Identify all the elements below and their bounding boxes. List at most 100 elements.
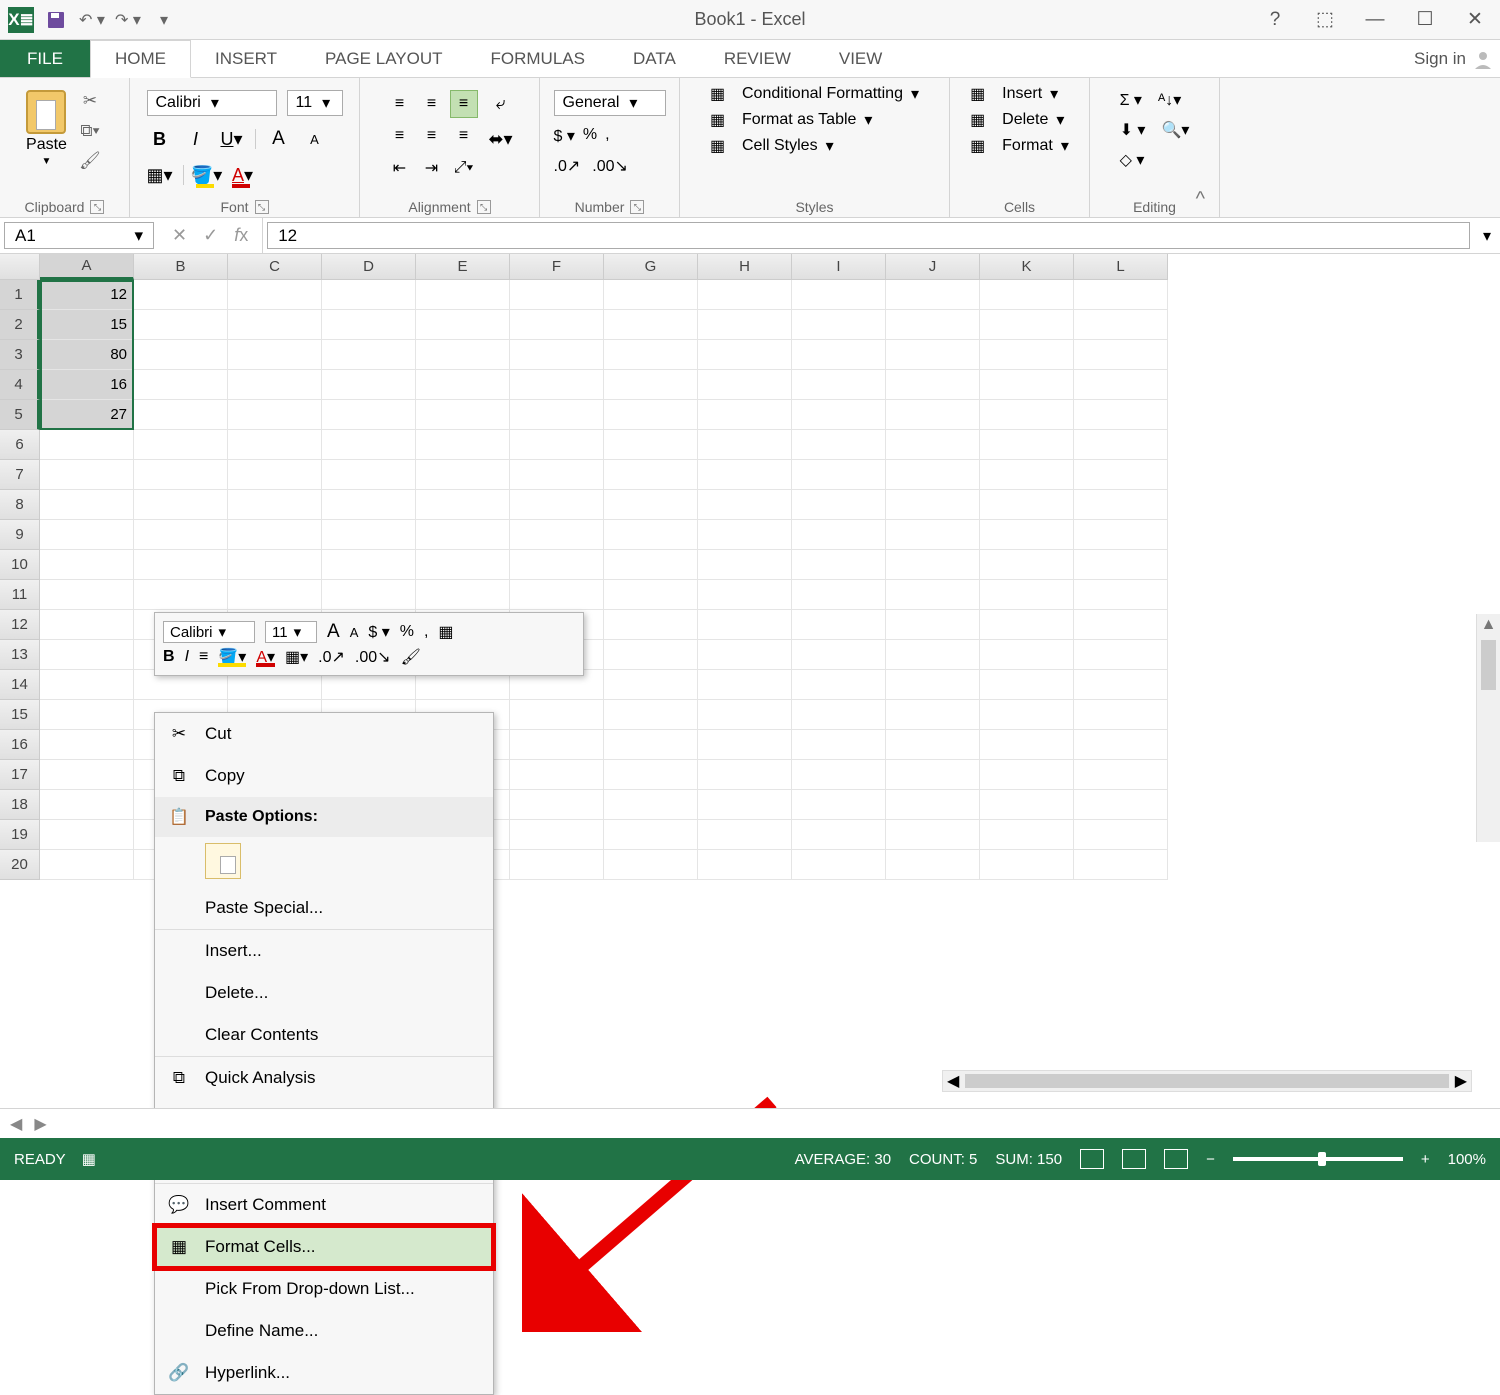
cell-K9[interactable]: [980, 520, 1074, 550]
cell-G10[interactable]: [604, 550, 698, 580]
tab-insert[interactable]: INSERT: [191, 40, 301, 77]
cell-F16[interactable]: [510, 730, 604, 760]
cell-J14[interactable]: [886, 670, 980, 700]
view-page-layout-icon[interactable]: [1122, 1149, 1146, 1169]
cell-G1[interactable]: [604, 280, 698, 310]
font-size-selector[interactable]: 11▾: [287, 90, 343, 116]
row-header-17[interactable]: 17: [0, 760, 40, 790]
mini-percent-icon[interactable]: %: [400, 623, 414, 641]
cell-G3[interactable]: [604, 340, 698, 370]
italic-button[interactable]: I: [183, 126, 209, 152]
cell-I15[interactable]: [792, 700, 886, 730]
cell-I17[interactable]: [792, 760, 886, 790]
cell-G20[interactable]: [604, 850, 698, 880]
cell-E5[interactable]: [416, 400, 510, 430]
cell-B10[interactable]: [134, 550, 228, 580]
row-header-9[interactable]: 9: [0, 520, 40, 550]
cell-F10[interactable]: [510, 550, 604, 580]
cell-D8[interactable]: [322, 490, 416, 520]
font-name-selector[interactable]: Calibri▾: [147, 90, 277, 116]
cell-F20[interactable]: [510, 850, 604, 880]
cell-I12[interactable]: [792, 610, 886, 640]
cell-K3[interactable]: [980, 340, 1074, 370]
align-top-icon[interactable]: ≡: [386, 90, 414, 118]
cell-H20[interactable]: [698, 850, 792, 880]
sheet-next-icon[interactable]: ▶: [34, 1114, 46, 1134]
ribbon-display-icon[interactable]: ⬚: [1308, 6, 1342, 34]
orientation-icon[interactable]: ⤢▾: [450, 154, 478, 182]
cell-K11[interactable]: [980, 580, 1074, 610]
row-header-13[interactable]: 13: [0, 640, 40, 670]
font-color-button[interactable]: A▾: [230, 162, 256, 188]
cell-I3[interactable]: [792, 340, 886, 370]
column-header-A[interactable]: A: [40, 254, 134, 280]
cell-J19[interactable]: [886, 820, 980, 850]
cell-K20[interactable]: [980, 850, 1074, 880]
menu-pick-from-list[interactable]: Pick From Drop-down List...: [155, 1268, 493, 1310]
cell-L1[interactable]: [1074, 280, 1168, 310]
cell-F15[interactable]: [510, 700, 604, 730]
cell-G9[interactable]: [604, 520, 698, 550]
cell-A11[interactable]: [40, 580, 134, 610]
mini-align-icon[interactable]: ≡: [199, 648, 208, 666]
zoom-in-icon[interactable]: +: [1421, 1151, 1430, 1168]
mini-shrink-font-icon[interactable]: A: [350, 625, 359, 640]
cell-A5[interactable]: 27: [40, 400, 134, 430]
cell-L8[interactable]: [1074, 490, 1168, 520]
cell-K5[interactable]: [980, 400, 1074, 430]
mini-font-color-icon[interactable]: A▾: [256, 647, 275, 667]
cell-A4[interactable]: 16: [40, 370, 134, 400]
cell-C9[interactable]: [228, 520, 322, 550]
cell-H15[interactable]: [698, 700, 792, 730]
cell-B11[interactable]: [134, 580, 228, 610]
vertical-scrollbar[interactable]: ▲: [1476, 614, 1500, 842]
cell-H4[interactable]: [698, 370, 792, 400]
cell-I20[interactable]: [792, 850, 886, 880]
font-launcher-icon[interactable]: ⤡: [255, 200, 269, 214]
cell-I2[interactable]: [792, 310, 886, 340]
cell-J1[interactable]: [886, 280, 980, 310]
mini-dec-decimal-icon[interactable]: .00↘: [355, 647, 391, 667]
cell-K1[interactable]: [980, 280, 1074, 310]
cell-I4[interactable]: [792, 370, 886, 400]
row-header-2[interactable]: 2: [0, 310, 40, 340]
cell-B3[interactable]: [134, 340, 228, 370]
cell-E4[interactable]: [416, 370, 510, 400]
cell-L4[interactable]: [1074, 370, 1168, 400]
cell-G6[interactable]: [604, 430, 698, 460]
cell-H17[interactable]: [698, 760, 792, 790]
cell-E8[interactable]: [416, 490, 510, 520]
cell-K8[interactable]: [980, 490, 1074, 520]
column-header-G[interactable]: G: [604, 254, 698, 280]
row-header-15[interactable]: 15: [0, 700, 40, 730]
cell-H14[interactable]: [698, 670, 792, 700]
cell-J20[interactable]: [886, 850, 980, 880]
cell-I7[interactable]: [792, 460, 886, 490]
column-header-F[interactable]: F: [510, 254, 604, 280]
number-format-selector[interactable]: General▾: [554, 90, 666, 116]
cell-I9[interactable]: [792, 520, 886, 550]
view-normal-icon[interactable]: [1080, 1149, 1104, 1169]
cell-C7[interactable]: [228, 460, 322, 490]
cell-I1[interactable]: [792, 280, 886, 310]
row-header-20[interactable]: 20: [0, 850, 40, 880]
cell-L14[interactable]: [1074, 670, 1168, 700]
mini-accounting-icon[interactable]: $ ▾: [368, 622, 389, 642]
tab-file[interactable]: FILE: [0, 40, 90, 77]
cell-H2[interactable]: [698, 310, 792, 340]
cell-B2[interactable]: [134, 310, 228, 340]
decrease-indent-icon[interactable]: ⇤: [386, 154, 414, 182]
align-center-icon[interactable]: ≡: [418, 122, 446, 150]
cell-K19[interactable]: [980, 820, 1074, 850]
cell-H3[interactable]: [698, 340, 792, 370]
cell-J16[interactable]: [886, 730, 980, 760]
column-header-K[interactable]: K: [980, 254, 1074, 280]
copy-icon[interactable]: ⧉▾: [77, 120, 103, 142]
row-header-16[interactable]: 16: [0, 730, 40, 760]
cell-G12[interactable]: [604, 610, 698, 640]
cell-I5[interactable]: [792, 400, 886, 430]
percent-button[interactable]: %: [583, 126, 597, 146]
cell-styles-button[interactable]: ▦Cell Styles ▾: [710, 136, 919, 156]
sort-filter-icon[interactable]: ᴬ↓▾: [1158, 90, 1181, 110]
cell-C11[interactable]: [228, 580, 322, 610]
